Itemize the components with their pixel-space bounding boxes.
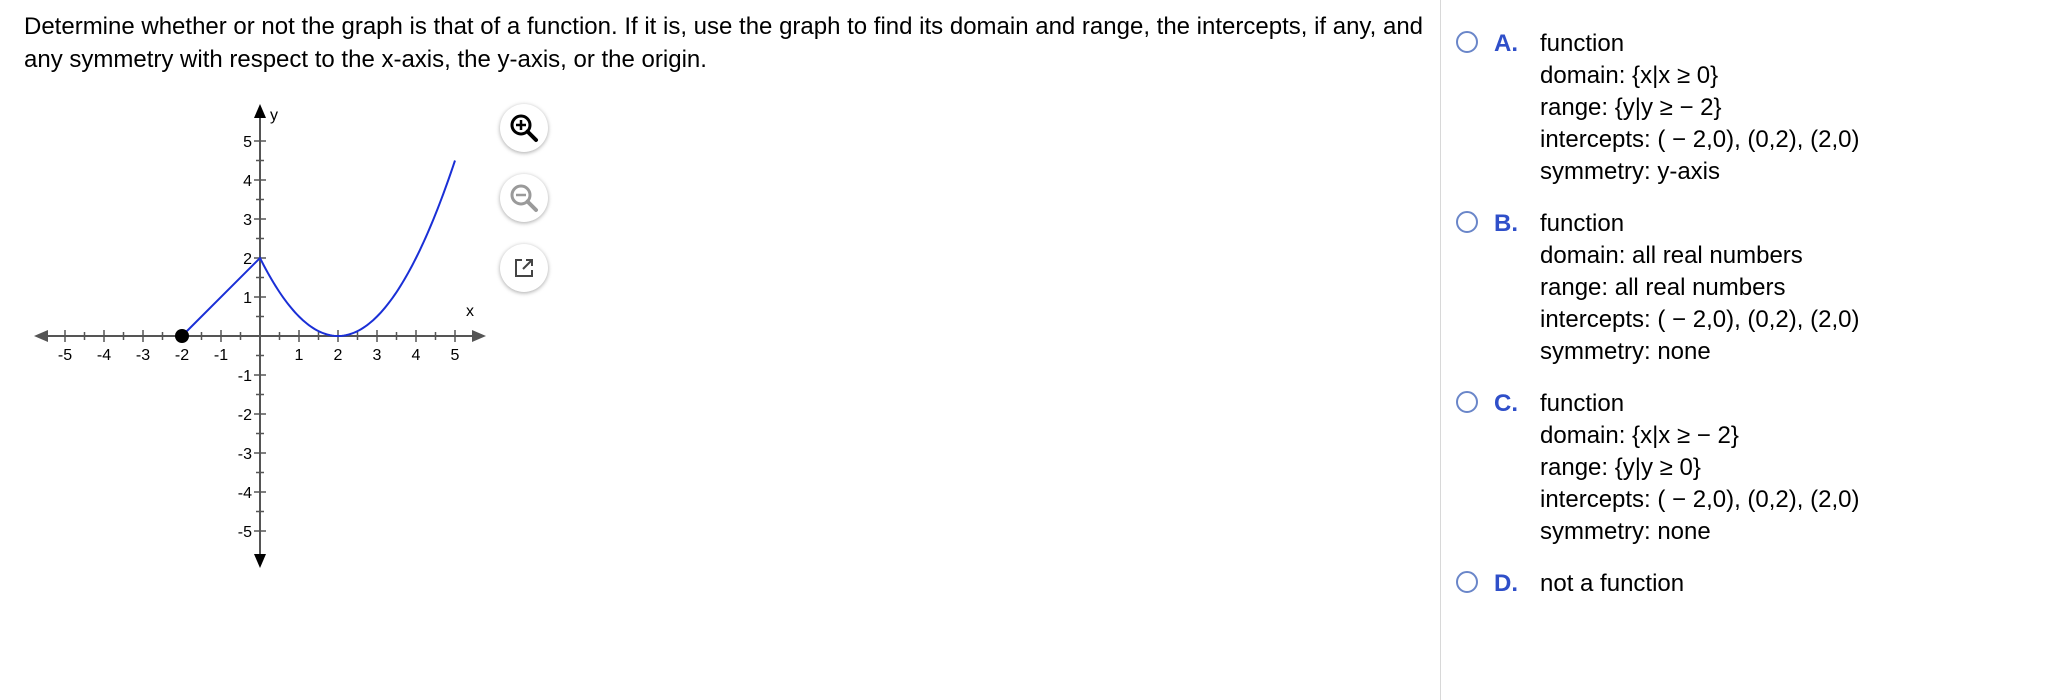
y-tick-label: -4 xyxy=(238,485,252,502)
panel-divider xyxy=(1440,0,1441,700)
option-letter: A. xyxy=(1494,30,1518,57)
y-axis-down-arrow-icon xyxy=(254,554,266,568)
option-line: symmetry: none xyxy=(1540,338,1711,365)
option-letter: B. xyxy=(1494,210,1518,237)
y-axis-up-arrow-icon xyxy=(254,104,266,118)
radio-button[interactable] xyxy=(1456,571,1478,593)
function-graph: -5 -4 -3 -2 -1 1 2 3 4 5 5 4 3 2 1 -1 -2 -3 -4 -5 x y xyxy=(34,104,486,568)
y-tick-label: -3 xyxy=(238,446,252,463)
y-tick-label: 5 xyxy=(243,134,252,151)
x-tick-label: 4 xyxy=(412,347,421,364)
option-line: domain: all real numbers xyxy=(1540,242,1803,269)
x-tick-label: 1 xyxy=(295,347,304,364)
option-line: range: all real numbers xyxy=(1540,274,1786,301)
zoom-in-icon xyxy=(510,114,538,142)
zoom-in-button[interactable] xyxy=(500,104,548,152)
option-line: domain: {x|x ≥ 0} xyxy=(1540,62,1719,89)
closed-endpoint-dot xyxy=(175,329,189,343)
y-tick-label: 3 xyxy=(243,212,252,229)
x-tick-label: -1 xyxy=(214,347,228,364)
popout-button[interactable] xyxy=(500,244,548,292)
external-link-icon xyxy=(515,259,533,277)
zoom-out-icon xyxy=(510,184,538,212)
option-line: symmetry: none xyxy=(1540,518,1711,545)
option-d[interactable]: D. not a function xyxy=(1456,568,2036,600)
option-line: function xyxy=(1540,210,1625,237)
option-c[interactable]: C. function domain: {x|x ≥ − 2} range: {… xyxy=(1456,388,2036,548)
y-tick-label: 1 xyxy=(243,290,252,307)
option-line: domain: {x|x ≥ − 2} xyxy=(1540,422,1739,449)
option-b[interactable]: B. function domain: all real numbers ran… xyxy=(1456,208,2036,368)
option-letter: C. xyxy=(1494,390,1518,417)
x-tick-label: -4 xyxy=(97,347,111,364)
x-tick-label: 3 xyxy=(373,347,382,364)
y-tick-label: 2 xyxy=(243,251,252,268)
x-axis-right-arrow-icon xyxy=(472,330,486,342)
option-line: intercepts: ( − 2,0), (0,2), (2,0) xyxy=(1540,306,1860,333)
answer-options: A. function domain: {x|x ≥ 0} range: {y|… xyxy=(1456,28,2036,620)
radio-button[interactable] xyxy=(1456,31,1478,53)
x-tick-label: 2 xyxy=(334,347,343,364)
y-axis-label: y xyxy=(270,107,278,124)
x-axis-left-arrow-icon xyxy=(34,330,48,342)
x-tick-label: -5 xyxy=(58,347,72,364)
option-line: function xyxy=(1540,30,1625,57)
x-tick-label: 5 xyxy=(451,347,460,364)
y-tick-label: -2 xyxy=(238,407,252,424)
option-line: function xyxy=(1540,390,1625,417)
x-tick-label: -3 xyxy=(136,347,150,364)
question-text: Determine whether or not the graph is th… xyxy=(24,13,1424,73)
axes xyxy=(34,104,486,568)
function-curve xyxy=(181,160,456,338)
x-axis-label: x xyxy=(466,303,474,320)
y-tick-label: -1 xyxy=(238,368,252,385)
x-tick-label: -2 xyxy=(175,347,189,364)
option-line: range: {y|y ≥ − 2} xyxy=(1540,94,1722,121)
axis-ticks: -5 -4 -3 -2 -1 1 2 3 4 5 5 4 3 2 1 -1 -2 -3 -4 -5 xyxy=(58,134,460,541)
y-tick-label: 4 xyxy=(243,173,252,190)
zoom-out-button[interactable] xyxy=(500,174,548,222)
option-a[interactable]: A. function domain: {x|x ≥ 0} range: {y|… xyxy=(1456,28,2036,188)
y-tick-label: -5 xyxy=(238,524,252,541)
radio-button[interactable] xyxy=(1456,211,1478,233)
option-line: intercepts: ( − 2,0), (0,2), (2,0) xyxy=(1540,126,1860,153)
option-letter: D. xyxy=(1494,570,1518,597)
option-line: intercepts: ( − 2,0), (0,2), (2,0) xyxy=(1540,486,1860,513)
option-line: range: {y|y ≥ 0} xyxy=(1540,454,1701,481)
option-line: symmetry: y-axis xyxy=(1540,158,1720,185)
radio-button[interactable] xyxy=(1456,391,1478,413)
option-line: not a function xyxy=(1540,570,1685,597)
